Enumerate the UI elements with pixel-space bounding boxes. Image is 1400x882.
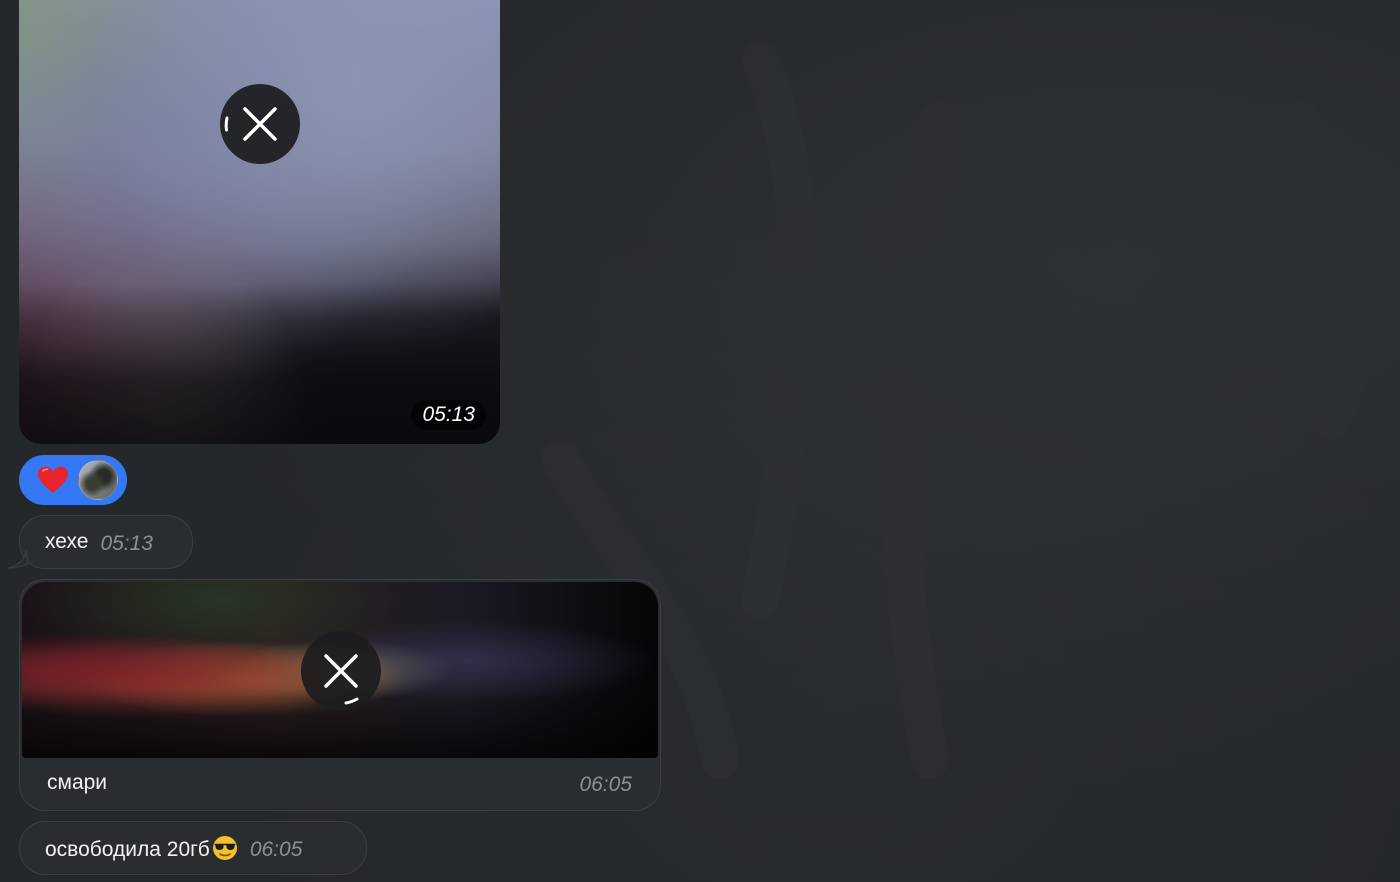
- sunglasses-emoji-icon: [212, 835, 237, 860]
- message-time: 05:13: [100, 531, 153, 555]
- media-message-with-caption[interactable]: смари 06:05: [19, 579, 661, 811]
- chat-view: 05:13 хехе 05:13 смари 06:05 освободила …: [0, 0, 1400, 882]
- message-time: 06:05: [249, 837, 303, 861]
- text-message[interactable]: хехе 05:13: [19, 515, 193, 569]
- message-time: 05:13: [411, 400, 486, 430]
- cancel-x-icon: [324, 654, 359, 705]
- text-message[interactable]: освободила 20гб 06:05: [19, 821, 367, 875]
- message-text-content: освободила 20гб: [45, 837, 210, 861]
- media-message-photo[interactable]: 05:13: [19, 0, 500, 444]
- cancel-download-button[interactable]: [301, 631, 381, 711]
- cancel-download-button[interactable]: [220, 84, 300, 164]
- message-text: хехе: [45, 530, 89, 553]
- message-caption: смари: [47, 771, 108, 794]
- message-time: 06:05: [579, 773, 632, 796]
- reaction-heart-button[interactable]: [19, 455, 127, 505]
- message-text: освободила 20гб: [45, 835, 238, 862]
- heart-icon: [38, 466, 68, 493]
- cancel-x-icon: [224, 107, 277, 141]
- media-photo[interactable]: [22, 582, 658, 758]
- bubble-tail: [8, 550, 28, 569]
- avatar: [78, 460, 118, 500]
